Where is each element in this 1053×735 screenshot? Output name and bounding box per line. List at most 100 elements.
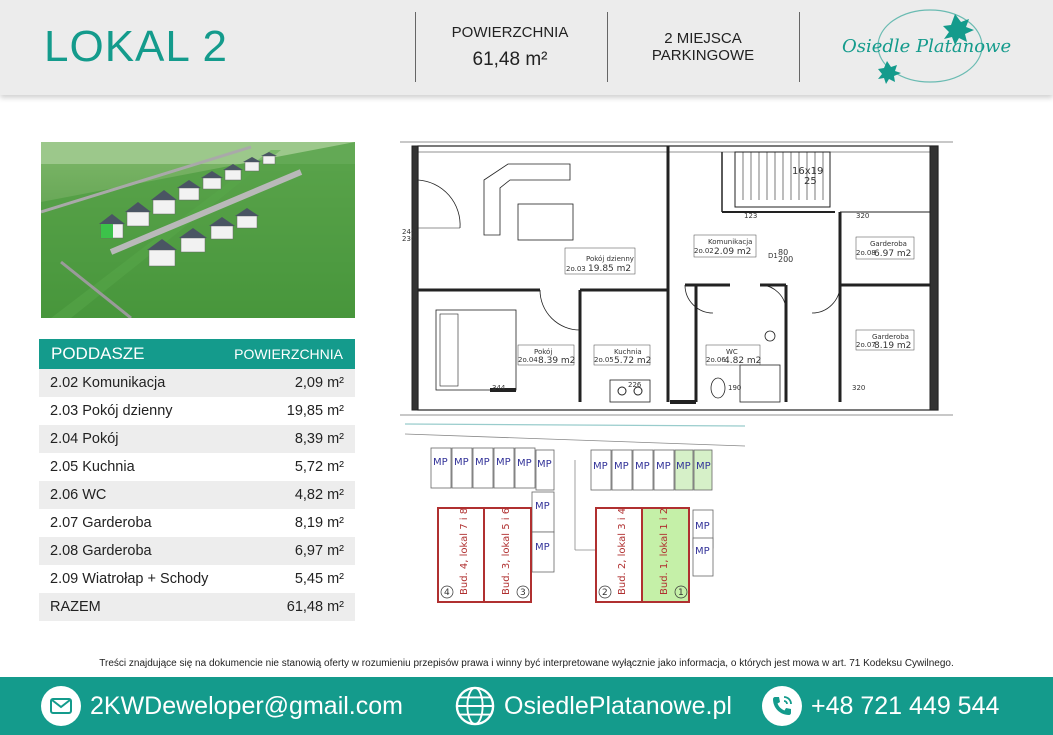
svg-text:MP: MP (475, 457, 490, 468)
room-name: 2.09 Wiatrołap + Schody (50, 571, 209, 587)
svg-text:123: 123 (744, 212, 757, 220)
svg-text:MP: MP (614, 461, 629, 472)
svg-text:226: 226 (628, 381, 642, 389)
svg-text:2.09 m2: 2.09 m2 (714, 247, 751, 257)
divider (799, 12, 800, 82)
phone-icon (762, 686, 802, 726)
section-title: PODDASZE (51, 344, 145, 363)
svg-text:190: 190 (728, 384, 741, 392)
table-row: 2.03 Pokój dzienny 19,85 m² (39, 397, 355, 425)
email-link[interactable]: 2KWDeweloper@gmail.com (41, 686, 403, 726)
parking-plan-drawing: MP MP MP MP MP MP MPMP MP MP MP MP MP MP MPMP … (405, 423, 746, 603)
room-area: 4,82 m² (294, 487, 344, 503)
phone-link[interactable]: +48 721 449 544 (762, 686, 999, 726)
svg-text:2o.02: 2o.02 (694, 247, 714, 255)
total-value: 61,48 m² (286, 599, 344, 615)
table-row: 2.08 Garderoba 6,97 m² (39, 537, 355, 565)
area-value: 61,48 m² (472, 49, 548, 70)
area-summary: POWIERZCHNIA 61,48 m² (440, 24, 580, 71)
svg-text:MP: MP (517, 458, 532, 469)
svg-text:320: 320 (852, 384, 865, 392)
website-text[interactable]: OsiedlePlatanowe.pl (504, 692, 732, 721)
table-row: 2.02 Komunikacja 2,09 m² (39, 369, 355, 397)
logo: Osiedle Platanowe (842, 9, 1011, 84)
svg-text:Bud. 2, lokal 3 i 4: Bud. 2, lokal 3 i 4 (617, 508, 628, 595)
globe-icon (455, 686, 495, 726)
email-text[interactable]: 2KWDeweloper@gmail.com (90, 692, 403, 721)
svg-text:2o.08: 2o.08 (856, 249, 876, 257)
aerial-render-image (41, 142, 355, 318)
svg-text:2o.07: 2o.07 (856, 341, 876, 349)
parking-summary: 2 MIEJSCA PARKINGOWE (615, 30, 791, 64)
svg-text:MP: MP (635, 461, 650, 472)
svg-text:MP: MP (535, 542, 550, 553)
divider (415, 12, 416, 82)
area-label: POWIERZCHNIA (451, 24, 569, 41)
table-row: 2.07 Garderoba 8,19 m² (39, 509, 355, 537)
svg-text:Bud. 1, lokal 1 i 2: Bud. 1, lokal 1 i 2 (659, 508, 670, 595)
svg-text:4: 4 (444, 588, 450, 598)
svg-text:Bud. 3, lokal 5 i 6: Bud. 3, lokal 5 i 6 (501, 508, 512, 595)
svg-text:Kuchnia: Kuchnia (614, 348, 642, 356)
svg-text:6.97 m2: 6.97 m2 (874, 249, 911, 259)
table-row: 2.06 WC 4,82 m² (39, 481, 355, 509)
svg-text:MP: MP (496, 457, 511, 468)
divider (607, 12, 608, 82)
mail-icon (41, 686, 81, 726)
svg-text:200: 200 (778, 255, 793, 264)
footer: 2KWDeweloper@gmail.com OsiedlePlatanowe.… (0, 677, 1053, 735)
leaf-icon (878, 61, 901, 84)
table-header: PODDASZE POWIERZCHNIA (39, 339, 355, 369)
room-area: 6,97 m² (294, 543, 344, 559)
total-label: RAZEM (50, 599, 101, 615)
svg-text:320: 320 (856, 212, 869, 220)
svg-text:3: 3 (520, 588, 526, 598)
parking-line1: 2 MIEJSCA (664, 30, 742, 47)
svg-text:Bud. 4, lokal 7 i 8: Bud. 4, lokal 7 i 8 (459, 508, 470, 595)
svg-text:WC: WC (726, 348, 738, 356)
svg-text:MP: MP (696, 461, 711, 472)
svg-text:8.19 m2: 8.19 m2 (874, 341, 911, 351)
area-table: PODDASZE POWIERZCHNIA 2.02 Komunikacja 2,… (39, 339, 355, 621)
svg-text:8.39 m2: 8.39 m2 (538, 356, 575, 366)
room-name: 2.02 Komunikacja (50, 375, 166, 391)
svg-text:25: 25 (804, 176, 817, 187)
svg-text:5.72 m2: 5.72 m2 (614, 356, 651, 366)
svg-text:230: 230 (402, 235, 415, 243)
svg-text:Garderoba: Garderoba (870, 240, 907, 248)
parking-line2: PARKINGOWE (651, 47, 755, 64)
svg-text:2o.05: 2o.05 (594, 356, 614, 364)
room-name: 2.08 Garderoba (50, 543, 152, 559)
table-row: 2.04 Pokój 8,39 m² (39, 425, 355, 453)
svg-text:Pokój: Pokój (534, 348, 552, 356)
svg-text:D1: D1 (768, 252, 778, 260)
phone-text[interactable]: +48 721 449 544 (811, 692, 999, 721)
svg-text:MP: MP (454, 457, 469, 468)
svg-text:2: 2 (602, 588, 608, 598)
room-area: 8,19 m² (294, 515, 344, 531)
room-name: 2.05 Kuchnia (50, 459, 135, 475)
room-name: 2.06 WC (50, 487, 107, 503)
room-name: 2.07 Garderoba (50, 515, 152, 531)
svg-text:Pokój dzienny: Pokój dzienny (586, 255, 634, 263)
room-name: 2.04 Pokój (50, 431, 119, 447)
logo-text: Osiedle Platanowe (842, 36, 1011, 57)
svg-text:MP: MP (535, 501, 550, 512)
website-link[interactable]: OsiedlePlatanowe.pl (455, 686, 732, 726)
svg-text:MP: MP (656, 461, 671, 472)
svg-text:MP: MP (433, 457, 448, 468)
page-title: LOKAL 2 (44, 22, 228, 71)
svg-text:344: 344 (492, 384, 506, 392)
svg-text:MP: MP (695, 546, 710, 557)
table-total-row: RAZEM 61,48 m² (39, 593, 355, 621)
table-row: 2.05 Kuchnia 5,72 m² (39, 453, 355, 481)
svg-text:19.85 m2: 19.85 m2 (588, 264, 631, 274)
floor-plan-drawing: Pokój dzienny 2o.03 19.85 m2 Komunikacja… (400, 141, 953, 416)
table-row: 2.09 Wiatrołap + Schody 5,45 m² (39, 565, 355, 593)
header: LOKAL 2 POWIERZCHNIA 61,48 m² 2 MIEJSCA … (0, 0, 1053, 95)
svg-text:2o.03: 2o.03 (566, 265, 586, 273)
svg-text:MP: MP (676, 461, 691, 472)
room-area: 8,39 m² (294, 431, 344, 447)
room-area: 5,72 m² (294, 459, 344, 475)
svg-text:1: 1 (678, 588, 684, 598)
